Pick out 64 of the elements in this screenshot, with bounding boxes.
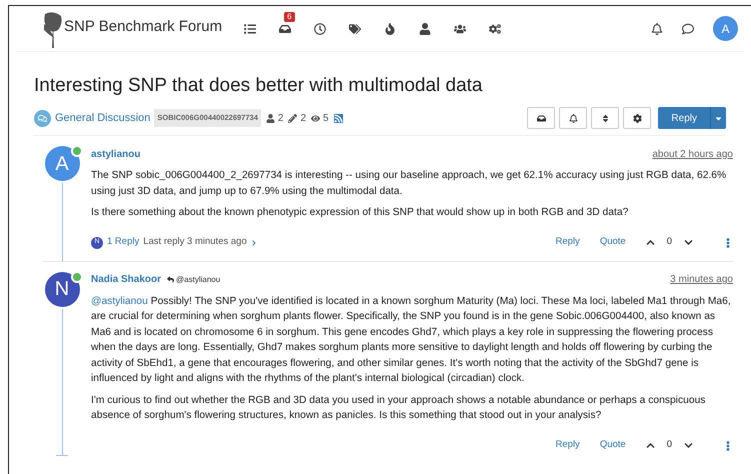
users-icon — [454, 22, 466, 34]
post-paragraph: The SNP sobic_006G004400_2_2697734 is interesting -- using our baseline approach, we get 62.1% accuracy using just RGB data, 62.6% using just 3D data, and jump up to 67.9% using the multimodal data. — [91, 169, 728, 198]
user-avatar[interactable]: A — [713, 16, 738, 41]
clock-icon — [314, 22, 326, 34]
person-icon — [266, 114, 275, 122]
category-link[interactable]: General Discussion — [55, 110, 150, 126]
user-avatar[interactable]: A — [44, 146, 80, 181]
inbox-button[interactable] — [527, 107, 556, 129]
mention-link[interactable]: @astylianou — [91, 296, 148, 306]
reply-dropdown-button[interactable] — [710, 107, 726, 129]
chevron-right-icon[interactable] — [250, 240, 257, 246]
post-action-link[interactable]: Quote — [600, 438, 626, 453]
list-icon — [244, 22, 256, 34]
tree-logo-icon — [42, 10, 64, 48]
topic-title: Interesting SNP that does better with multimodal data — [34, 74, 484, 98]
author-name[interactable]: astylianou — [91, 146, 140, 162]
bell-icon — [651, 22, 663, 34]
notification-badge: 6 — [284, 12, 295, 22]
replies-link[interactable]: 1 Reply — [107, 235, 140, 250]
bell-button[interactable] — [651, 22, 663, 34]
upvote-icon[interactable] — [646, 238, 655, 247]
downvote-icon[interactable] — [684, 238, 693, 247]
user-icon — [419, 22, 432, 34]
inbox-icon — [279, 22, 292, 34]
pencil-icon — [288, 114, 298, 122]
vote-count: 0 — [666, 438, 672, 452]
post-action-link[interactable]: Quote — [600, 235, 626, 250]
sort-icon — [600, 114, 610, 122]
nav-user-button[interactable] — [417, 20, 434, 36]
post-time[interactable]: 3 minutes ago — [670, 272, 733, 287]
sort-button[interactable] — [591, 107, 620, 129]
tags-icon — [349, 22, 362, 34]
bell-icon — [568, 114, 578, 122]
chat-button[interactable] — [682, 22, 694, 34]
settings-button[interactable] — [623, 107, 652, 129]
post-time[interactable]: about 2 hours ago — [652, 146, 733, 162]
stat-count: 5 — [323, 112, 329, 126]
rss-icon[interactable] — [334, 114, 343, 122]
post-paragraph: Is there something about the known phenotypic expression of this SNP that would show up in both RGB and 3D data? — [91, 206, 630, 220]
user-avatar[interactable]: N — [44, 272, 80, 306]
stat-count: 2 — [300, 112, 306, 126]
settings-icon — [632, 114, 642, 122]
post-paragraph: @astylianou Possibly! The SNP you've identified is located in a known sorghum Maturity (Ma) loci. These Ma loci, labeled Ma1 through Ma6, are crucial for determining when sorghum plants flower. Specifically, the SNP you found is in the gene Sobic.006G004400, also known as Ma6 and is located on chromosome 6 in sorghum. This gene encodes Ghd7, which plays a key role in suppressing the flowering process when the days are long. Essentially, Ghd7 makes sorghum plants more sensitive to daylight length and holds off flowering by curbing the activity of SbEhd1, a gene that encourages flowering, and other similar genes. It's worth noting that the activity of the SbGhd7 gene is influenced by light and aligns with the rhythms of the plant's internal biological (circadian) clock. — [91, 294, 732, 386]
downvote-icon[interactable] — [684, 441, 693, 450]
eye-icon — [311, 114, 320, 122]
vote-count: 0 — [666, 235, 672, 250]
flame-icon — [384, 22, 396, 34]
post-action-link[interactable]: Reply — [556, 438, 580, 453]
reply-icon — [167, 276, 174, 283]
upvote-icon[interactable] — [646, 441, 655, 450]
post-action-link[interactable]: Reply — [556, 235, 580, 250]
author-name[interactable]: Nadia Shakoor — [91, 272, 162, 287]
post-paragraph: I'm curious to find out whether the RGB and 3D data you used in your approach shows a notable abundance or perhaps a conspicuous absence of sorghum's flowering structures, known as panicles. Is this something that stood out in your analysis? — [91, 394, 706, 423]
chat-icon — [682, 22, 694, 34]
forum-brand-title[interactable]: SNP Benchmark Forum — [64, 16, 222, 38]
last-reply-text: Last reply 3 minutes ago — [143, 235, 247, 250]
nav-clock-button[interactable] — [312, 20, 328, 36]
reply-to-link[interactable]: @astylianou — [176, 274, 220, 286]
inbox-icon — [536, 114, 546, 122]
stat-count: 2 — [278, 112, 284, 126]
category-icon — [34, 110, 51, 126]
reply-button[interactable]: Reply — [658, 107, 710, 129]
bell-button[interactable] — [559, 107, 588, 129]
gears-icon — [489, 22, 502, 34]
